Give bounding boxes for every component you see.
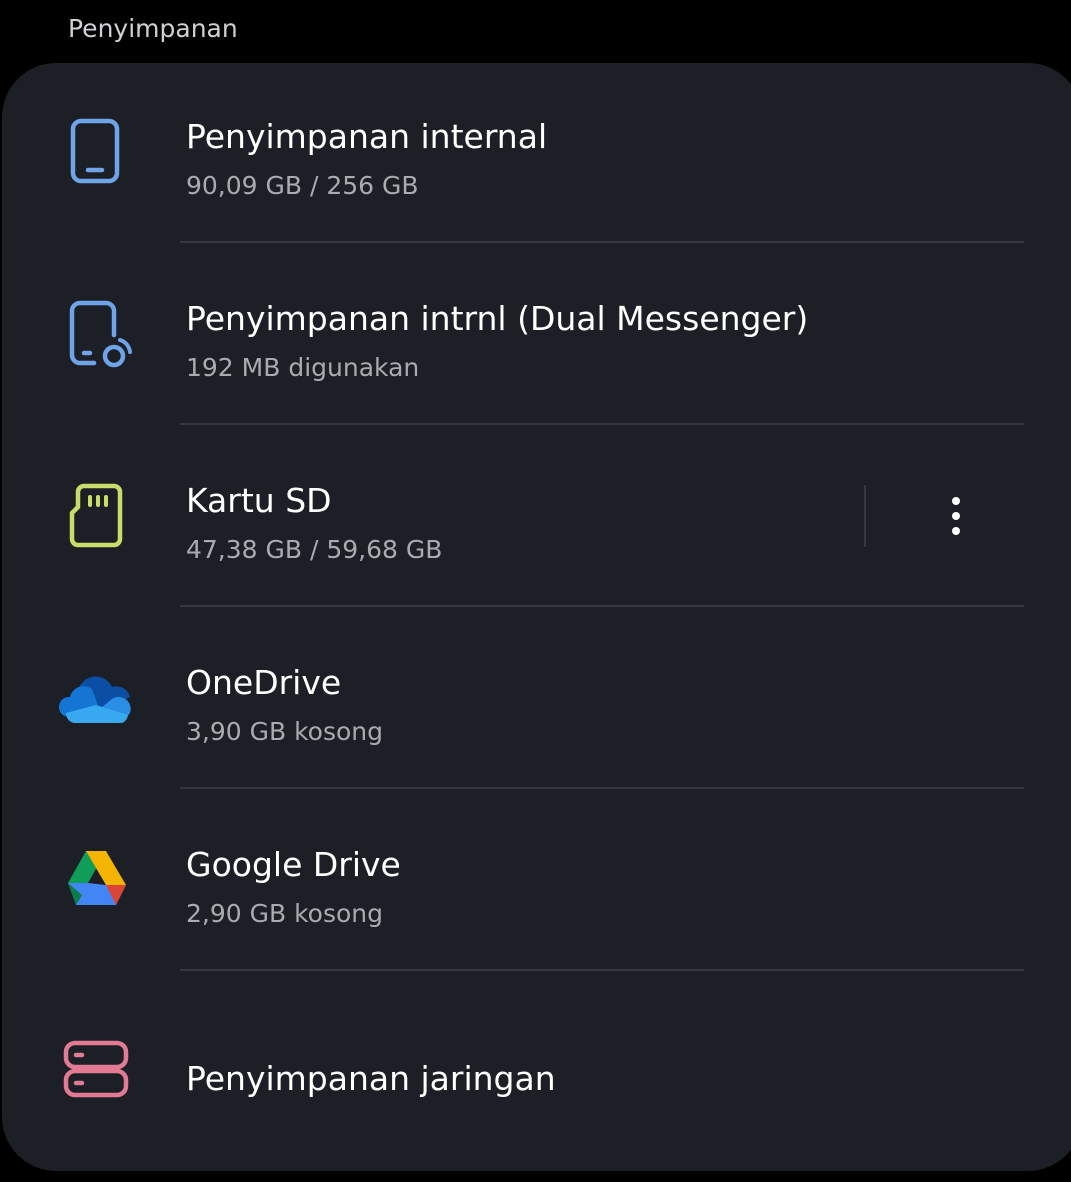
- divider: [180, 423, 1024, 425]
- storage-item-subtitle: 192 MB digunakan: [186, 353, 420, 382]
- storage-item-google-drive[interactable]: Google Drive 2,90 GB kosong: [2, 791, 1071, 973]
- google-drive-icon: [54, 837, 138, 921]
- network-storage-icon: [54, 1027, 138, 1111]
- storage-item-title: Penyimpanan internal: [186, 117, 548, 156]
- section-header: Penyimpanan: [68, 14, 238, 43]
- divider: [180, 605, 1024, 607]
- storage-item-subtitle: 47,38 GB / 59,68 GB: [186, 535, 443, 564]
- onedrive-icon: [54, 655, 138, 739]
- vertical-separator: [864, 485, 866, 547]
- storage-item-subtitle: 90,09 GB / 256 GB: [186, 171, 419, 200]
- dual-messenger-phone-icon: [54, 291, 138, 375]
- divider: [180, 241, 1024, 243]
- storage-item-subtitle: 3,90 GB kosong: [186, 717, 383, 746]
- phone-icon: [54, 109, 138, 193]
- storage-item-network[interactable]: Penyimpanan jaringan: [2, 973, 1071, 1155]
- storage-item-onedrive[interactable]: OneDrive 3,90 GB kosong: [2, 609, 1071, 791]
- divider: [180, 787, 1024, 789]
- more-options-icon: [952, 497, 960, 505]
- divider: [180, 969, 1024, 971]
- storage-item-title: OneDrive: [186, 663, 342, 702]
- storage-item-internal[interactable]: Penyimpanan internal 90,09 GB / 256 GB: [2, 63, 1071, 245]
- storage-item-dual-messenger[interactable]: Penyimpanan intrnl (Dual Messenger) 192 …: [2, 245, 1071, 427]
- storage-list-card: Penyimpanan internal 90,09 GB / 256 GB P…: [2, 63, 1071, 1171]
- storage-item-title: Google Drive: [186, 845, 401, 884]
- more-options-button[interactable]: [924, 481, 988, 551]
- storage-item-title: Penyimpanan intrnl (Dual Messenger): [186, 299, 809, 338]
- storage-item-subtitle: 2,90 GB kosong: [186, 899, 383, 928]
- storage-item-sd-card[interactable]: Kartu SD 47,38 GB / 59,68 GB: [2, 427, 1071, 609]
- storage-item-title: Penyimpanan jaringan: [186, 1059, 556, 1098]
- storage-item-title: Kartu SD: [186, 481, 332, 520]
- sd-card-icon: [54, 473, 138, 557]
